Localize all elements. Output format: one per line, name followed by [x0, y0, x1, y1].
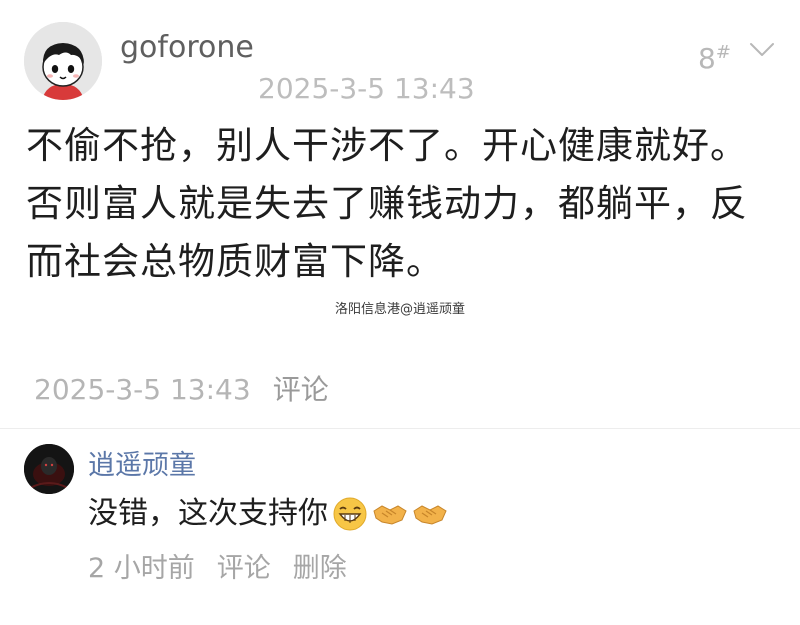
dark-avatar-icon [24, 444, 74, 494]
comment-thread: goforone 2025-3-5 13:43 8# 不偷不抢，别人干涉不了。开… [0, 0, 800, 625]
handshake-icon [412, 496, 448, 532]
reply-comment-button[interactable]: 评论 [217, 553, 271, 584]
post-body: 不偷不抢，别人干涉不了。开心健康就好。否则富人就是失去了赚钱动力，都躺平，反而社… [26, 124, 748, 283]
reply-body: 没错，这次支持你 [88, 494, 448, 534]
user-avatar[interactable] [24, 22, 102, 100]
reply-avatar[interactable] [24, 444, 74, 494]
post-meta: 2025-3-5 13:43 评论 [34, 371, 329, 409]
reply-author[interactable]: 逍遥顽童 [88, 448, 196, 484]
cartoon-face-icon [24, 22, 102, 100]
floor-mark: # [715, 42, 731, 63]
reply-relative-time: 2 小时前 [88, 553, 195, 584]
comment-button[interactable]: 评论 [273, 373, 329, 406]
handshake-icon [372, 496, 408, 532]
reply-delete-button[interactable]: 删除 [293, 553, 347, 584]
reply-text: 没错，这次支持你 [88, 496, 328, 531]
floor-number: 8# [698, 34, 731, 78]
divider [0, 428, 800, 429]
meta-timestamp: 2025-3-5 13:43 [34, 373, 251, 406]
floor-number-value: 8 [698, 42, 716, 75]
post-timestamp: 2025-3-5 13:43 [258, 72, 475, 105]
reply-meta: 2 小时前 评论 删除 [88, 551, 347, 587]
post-username[interactable]: goforone [120, 28, 254, 68]
grin-icon [332, 496, 368, 532]
chevron-down-icon[interactable] [748, 40, 776, 60]
watermark: 洛阳信息港@逍遥顽童 [334, 302, 465, 317]
